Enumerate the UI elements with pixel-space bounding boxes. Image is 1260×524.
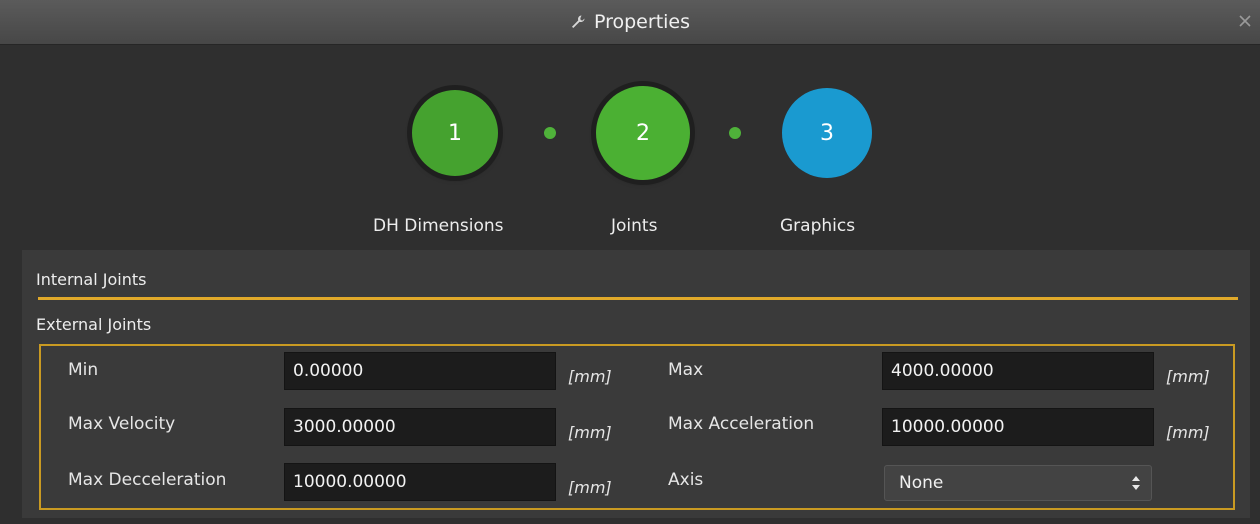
axis-label: Axis <box>668 470 704 490</box>
section-divider <box>38 297 1238 300</box>
title-group: Properties <box>0 0 1260 44</box>
step-3-number: 3 <box>820 120 834 146</box>
title-bar: Properties <box>0 0 1260 45</box>
step-connector-dot <box>544 127 556 139</box>
max-acceleration-label: Max Acceleration <box>668 414 815 434</box>
internal-joints-header[interactable]: Internal Joints <box>36 270 146 289</box>
max-velocity-input[interactable]: 3000.00000 <box>284 408 556 446</box>
max-acceleration-unit: [mm] <box>1166 423 1210 442</box>
max-decceleration-label: Max Decceleration <box>68 470 227 490</box>
step-3-button[interactable]: 3 <box>782 88 872 178</box>
wrench-icon <box>571 15 585 28</box>
step-2-button[interactable]: 2 <box>596 86 690 180</box>
window-title: Properties <box>593 11 691 33</box>
max-label: Max <box>668 360 704 380</box>
wizard-stepper: 1 2 3 DH Dimensions Joints Graphics <box>0 44 1260 250</box>
min-unit: [mm] <box>568 367 612 386</box>
step-3-label[interactable]: Graphics <box>780 216 855 236</box>
max-velocity-unit: [mm] <box>568 423 612 442</box>
min-input[interactable]: 0.00000 <box>284 352 556 390</box>
external-joints-header[interactable]: External Joints <box>36 315 151 334</box>
axis-select[interactable]: None <box>884 465 1152 501</box>
close-icon[interactable] <box>1236 12 1254 30</box>
max-unit: [mm] <box>1166 367 1210 386</box>
max-decceleration-input[interactable]: 10000.00000 <box>284 463 556 501</box>
step-1-label[interactable]: DH Dimensions <box>373 216 504 236</box>
properties-window: Properties 1 2 3 DH Dimensions Joints Gr… <box>0 0 1260 524</box>
step-2-label[interactable]: Joints <box>611 216 657 236</box>
min-label: Min <box>68 360 99 380</box>
axis-select-value: None <box>899 473 944 493</box>
max-input[interactable]: 4000.00000 <box>882 352 1154 390</box>
step-1-button[interactable]: 1 <box>412 90 498 176</box>
max-velocity-label: Max Velocity <box>68 414 176 434</box>
max-decceleration-unit: [mm] <box>568 478 612 497</box>
step-1-number: 1 <box>448 120 462 146</box>
updown-chevron-icon <box>1132 476 1140 490</box>
step-2-number: 2 <box>636 120 650 146</box>
step-connector-dot <box>729 127 741 139</box>
max-acceleration-input[interactable]: 10000.00000 <box>882 408 1154 446</box>
